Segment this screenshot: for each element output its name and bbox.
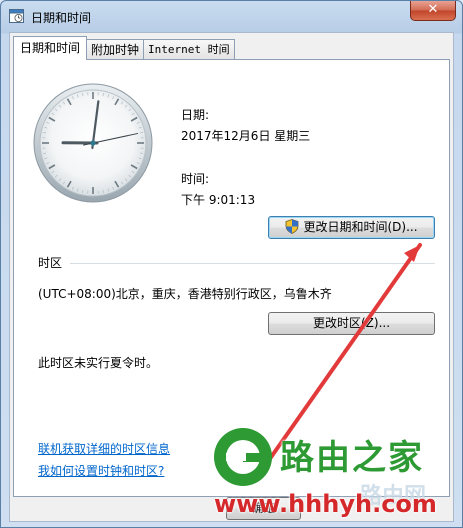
tab-additional-clocks[interactable]: 附加时钟 [86, 39, 145, 59]
uac-shield-icon [286, 218, 299, 234]
watermark-url: www.hhhyh.com [214, 490, 437, 518]
tab-internet-time[interactable]: Internet 时间 [143, 39, 235, 59]
window-title: 日期和时间 [31, 11, 92, 25]
online-timezone-info-link[interactable]: 联机获取详细的时区信息 [38, 440, 170, 457]
change-date-time-label: 更改日期和时间(D)... [303, 220, 418, 234]
date-value: 2017年12月6日 星期三 [181, 129, 311, 143]
timezone-divider [70, 263, 435, 264]
timezone-heading: 时区 [38, 256, 63, 270]
time-value: 下午 9:01:13 [181, 193, 256, 207]
change-date-time-button[interactable]: 更改日期和时间(D)... [268, 216, 435, 239]
watermark-brand: 路由之家 [280, 438, 424, 478]
time-label: 时间: [181, 172, 210, 186]
close-button[interactable]: ✕ [410, 1, 456, 21]
tab-date-time[interactable]: 日期和时间 [13, 36, 88, 60]
title-bar[interactable]: 日期和时间 ✕ [1, 1, 462, 31]
tab-strip: 日期和时间 附加时钟 Internet 时间 [13, 36, 235, 60]
change-timezone-button[interactable]: 更改时区(Z)... [268, 312, 435, 335]
analog-clock [33, 83, 153, 203]
clock-center [90, 140, 96, 146]
date-label: 日期: [181, 108, 210, 122]
calendar-clock-icon [9, 9, 24, 23]
dst-note: 此时区未实行夏令时。 [38, 356, 159, 370]
how-to-set-clock-link[interactable]: 我如何设置时钟和时区? [38, 462, 164, 479]
close-icon: ✕ [427, 2, 439, 17]
timezone-value: (UTC+08:00)北京，重庆，香港特别行政区，乌鲁木齐 [38, 287, 332, 301]
watermark-logo-icon [214, 428, 272, 486]
